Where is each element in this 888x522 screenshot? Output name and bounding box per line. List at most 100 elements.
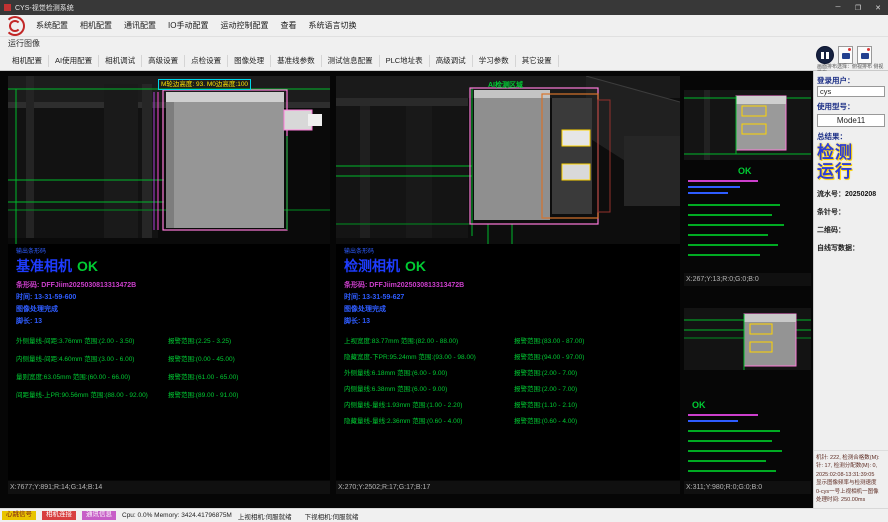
camera-result-title: 检测相机 (344, 256, 400, 276)
right-camera-results: 输出条形码 检测相机 OK 条形码: DFFJiim20250308133134… (344, 246, 678, 431)
measurement-row: 外侧量线-间距:3.76mm 范围:(2.00 - 3.50)报警范围:(2.2… (16, 335, 328, 345)
process-status: 图像处理完成 (16, 304, 328, 314)
pin-count: 脚长: 13 (344, 316, 678, 326)
preview-camera-bottom[interactable]: OK (684, 290, 811, 480)
measurement-row: 间距量线-上PR:90.56mm 范围:(88.00 - 92.00)报警范围:… (16, 389, 328, 399)
brand-logo-icon (5, 16, 25, 36)
stat-line: 显示图像频率与检测速度 (816, 479, 886, 488)
tab-camera-debug[interactable]: 相机调试 (99, 55, 142, 67)
preview-bottom-coordinates: X:311;Y:980;R:0;G:0;B:0 (684, 481, 811, 494)
maximize-button[interactable]: ❐ (848, 0, 868, 15)
stat-line: 0-cys一号上视相机一图像 (816, 488, 886, 497)
preview-camera-top[interactable]: OK (684, 76, 811, 272)
svg-text:OK: OK (692, 400, 706, 410)
run-image-label: 运行图像 (0, 37, 888, 51)
servo-status-readout: 上视相机:伺服就绪 下视相机:伺服就绪 (238, 511, 359, 521)
model-select[interactable]: Mode11 (817, 114, 885, 127)
status-dot-icon (867, 48, 870, 51)
menu-item-system-config[interactable]: 系统配置 (36, 20, 68, 31)
login-user-label: 登录用户： (817, 75, 855, 86)
camera-2-toggle-button[interactable] (857, 46, 872, 64)
menu-item-motion-control[interactable]: 运动控制配置 (220, 20, 268, 31)
login-user-value: cys (817, 86, 885, 97)
camera-connection-badge: 相机连接 (42, 511, 76, 520)
height-roi-label: M轮边高度: 93. M0边高度:100 (158, 79, 251, 90)
capture-time: 时间: 13-31-59-627 (344, 292, 678, 302)
app-window: CYS-视觉检测系统 ─ ❐ ✕ 系统配置 相机配置 通讯配置 IO手动配置 运… (0, 0, 888, 522)
statistics-block: 机针: 222, 检测合格数(M): 针: 17, 检测分配数(M): 0, 2… (814, 450, 888, 508)
right-camera-image (336, 76, 680, 244)
app-icon (4, 4, 11, 11)
menu-item-camera-config[interactable]: 相机配置 (80, 20, 112, 31)
measurement-row: 内侧量线-量线:1.93mm 范围:(1.00 - 2.20)报警范围:(1.1… (344, 399, 678, 409)
process-status: 图像处理完成 (344, 304, 678, 314)
tab-plc-address[interactable]: PLC地址表 (380, 55, 430, 67)
needle-field: 条针号： (817, 207, 885, 217)
control-cluster (816, 46, 872, 64)
stat-line: 2025:02:08-13:31:39:05 (816, 471, 886, 480)
tab-learning-params[interactable]: 学习参数 (473, 55, 516, 67)
result-ok-badge: OK (405, 258, 426, 274)
minimize-button[interactable]: ─ (828, 0, 848, 15)
right-camera-view[interactable]: AI检测区域 输出条形码 检测相机 OK 条形码: DFFJiim2025030… (336, 76, 680, 480)
preview-image: OK (684, 290, 811, 480)
stat-line: 处理时间: 250.00ms (816, 496, 886, 505)
tab-test-info[interactable]: 测试信息配置 (322, 55, 380, 67)
preview-top-coordinates: X:267;Y:13;R:0;G:0;B:0 (684, 273, 811, 286)
tab-ai-config[interactable]: AI使用配置 (49, 55, 99, 67)
menu-item-comm-config[interactable]: 通讯配置 (124, 20, 156, 31)
measurement-list: 外侧量线-间距:3.76mm 范围:(2.00 - 3.50)报警范围:(2.2… (16, 335, 328, 399)
close-button[interactable]: ✕ (868, 0, 888, 15)
model-label: 使用型号： (817, 101, 885, 112)
status-dot-icon (848, 48, 851, 51)
svg-text:OK: OK (738, 166, 752, 176)
tab-baseline-params[interactable]: 基准线参数 (271, 55, 322, 67)
tab-camera-config[interactable]: 相机配置 (6, 55, 49, 67)
menu-bar: 系统配置 相机配置 通讯配置 IO手动配置 运动控制配置 查看 系统语言切换 (0, 15, 888, 37)
window-title: CYS-视觉检测系统 (15, 3, 74, 13)
tab-image-processing[interactable]: 图像处理 (228, 55, 271, 67)
qrcode-field: 二维码： (817, 225, 885, 235)
measurement-row: 隐藏量线-量线:2.36mm 范围:(0.60 - 4.00)报警范围:(0.6… (344, 415, 678, 425)
preview-image: OK (684, 76, 811, 272)
toolbar: 相机配置 AI使用配置 相机调试 高级设置 点检设置 图像处理 基准线参数 测试… (0, 51, 888, 71)
total-result-label: 总结果： (817, 131, 885, 142)
camera-icon (861, 53, 869, 59)
serial-field: 流水号：20250208 (817, 189, 885, 199)
result-ok-badge: OK (77, 258, 98, 274)
barcode-text: 条形码: DFFJiim2025030813313472B (344, 280, 678, 290)
left-camera-coordinates: X:7677;Y:891;R:14;G:14;B:14 (8, 481, 330, 494)
pause-button[interactable] (816, 46, 834, 64)
capture-time: 时间: 13-31-59-600 (16, 292, 328, 302)
camera-result-title: 基准相机 (16, 256, 72, 276)
measurement-row: 内侧量线-间距:4.60mm 范围:(3.00 - 6.00)报警范围:(0.0… (16, 353, 328, 363)
menu-item-io-manual[interactable]: IO手动配置 (168, 20, 208, 31)
menu-item-view[interactable]: 查看 (280, 20, 296, 31)
tab-spot-check[interactable]: 点检设置 (185, 55, 228, 67)
measurement-row: 量则宽度:63.05mm 范围:(60.00 - 66.00)报警范围:(61.… (16, 371, 328, 381)
menu-item-language[interactable]: 系统语言切换 (308, 20, 356, 31)
tab-other-settings[interactable]: 其它设置 (516, 55, 559, 67)
output-barcode-label: 输出条形码 (344, 246, 678, 255)
tab-advanced-debug[interactable]: 高级调试 (430, 55, 473, 67)
title-bar: CYS-视觉检测系统 ─ ❐ ✕ (0, 0, 888, 15)
ai-region-label: AI检测区域 (488, 80, 523, 90)
stat-line: 针: 17, 检测分配数(M): 0, (816, 462, 886, 471)
comm-info-badge: 通讯信息 (82, 511, 116, 520)
measurement-row: 外侧量线:6.18mm 范围:(6.00 - 9.00)报警范围:(2.00 -… (344, 367, 678, 377)
status-bar: 心跳信号 相机连接 通讯信息 Cpu: 0.0% Memory: 3424.41… (0, 508, 888, 522)
output-barcode-label: 输出条形码 (16, 246, 328, 255)
left-camera-image (8, 76, 330, 244)
left-camera-view[interactable]: M轮边高度: 93. M0边高度:100 输出条形码 基准相机 OK 条形码: … (8, 76, 330, 480)
right-camera-coordinates: X:270;Y:2502;R:17;G:17;B:17 (336, 481, 680, 494)
stat-line: 机针: 222, 检测合格数(M): (816, 454, 886, 463)
pin-count: 脚长: 13 (16, 316, 328, 326)
measurement-row: 上视宽度:83.77mm 范围:(82.00 - 88.00)报警范围:(83.… (344, 335, 678, 345)
heartbeat-status-badge: 心跳信号 (2, 511, 36, 520)
left-camera-results: 输出条形码 基准相机 OK 条形码: DFFJiim20250308133134… (16, 246, 328, 407)
cpu-memory-readout: Cpu: 0.0% Memory: 3424.41796875M (122, 512, 232, 519)
tab-advanced-settings[interactable]: 高级设置 (142, 55, 185, 67)
total-result-value: 检测 运行 (817, 144, 885, 181)
camera-1-toggle-button[interactable] (838, 46, 853, 64)
write-data-field: 自线写数据： (817, 243, 885, 253)
